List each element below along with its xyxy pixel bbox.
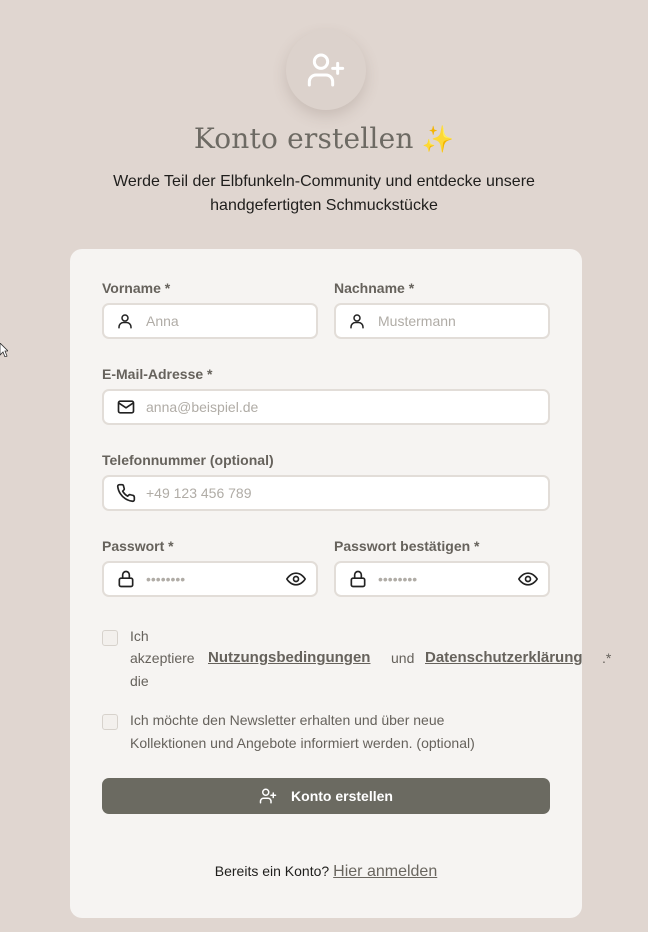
sparkle-icon: ✨: [421, 125, 455, 155]
terms-link[interactable]: Nutzungsbedingungen: [208, 647, 370, 669]
terms-and-text: und: [391, 650, 415, 666]
phone-field[interactable]: [102, 475, 550, 511]
terms-word-3: die: [130, 673, 149, 689]
user-plus-icon: [259, 787, 277, 805]
email-input[interactable]: [146, 399, 548, 415]
password-confirm-label: Passwort bestätigen *: [334, 538, 480, 554]
terms-checkbox[interactable]: [102, 630, 118, 646]
phone-icon: [116, 483, 136, 503]
terms-word-1: Ich: [130, 628, 149, 644]
newsletter-checkbox[interactable]: [102, 714, 118, 730]
terms-word-2: akzeptiere: [130, 650, 195, 666]
newsletter-text-line-1: Ich möchte den Newsletter erhalten und ü…: [130, 712, 445, 728]
privacy-link[interactable]: Datenschutzerklärung: [425, 647, 583, 669]
first-name-field[interactable]: [102, 303, 318, 339]
password-field[interactable]: [102, 561, 318, 597]
mail-icon: [116, 397, 136, 417]
login-link[interactable]: Hier anmelden: [333, 863, 437, 880]
lock-icon: [348, 569, 368, 589]
email-field[interactable]: [102, 389, 550, 425]
page-title-text: Konto erstellen: [193, 122, 414, 155]
page-subtitle: Werde Teil der Elbfunkeln-Community und …: [113, 173, 535, 214]
email-label: E-Mail-Adresse *: [102, 366, 213, 382]
last-name-field[interactable]: [334, 303, 550, 339]
page-title: Konto erstellen ✨: [0, 122, 648, 155]
user-icon: [348, 311, 368, 331]
user-plus-icon: [307, 53, 345, 87]
password-confirm-field[interactable]: [334, 561, 550, 597]
phone-label: Telefonnummer (optional): [102, 452, 274, 468]
avatar: [286, 30, 366, 110]
password-label: Passwort *: [102, 538, 174, 554]
create-account-button[interactable]: Konto erstellen: [102, 778, 550, 814]
eye-icon[interactable]: [286, 569, 306, 589]
first-name-input[interactable]: [146, 313, 316, 329]
login-prompt: Bereits ein Konto? Hier anmelden: [70, 863, 582, 881]
phone-input[interactable]: [146, 485, 548, 501]
create-account-button-label: Konto erstellen: [291, 788, 393, 804]
mouse-cursor-icon: [0, 343, 8, 357]
terms-required-mark: .*: [602, 650, 612, 666]
first-name-label: Vorname *: [102, 280, 171, 296]
password-confirm-input[interactable]: [378, 571, 518, 587]
last-name-input[interactable]: [378, 313, 548, 329]
last-name-label: Nachname *: [334, 280, 415, 296]
newsletter-text-line-2: Kollektionen und Angebote informiert wer…: [130, 735, 475, 751]
lock-icon: [116, 569, 136, 589]
user-icon: [116, 311, 136, 331]
password-input[interactable]: [146, 571, 286, 587]
login-prompt-text: Bereits ein Konto?: [214, 863, 330, 879]
registration-card: Vorname * Nachname * E-Mail-Adresse * Te…: [70, 249, 611, 918]
eye-icon[interactable]: [518, 569, 538, 589]
